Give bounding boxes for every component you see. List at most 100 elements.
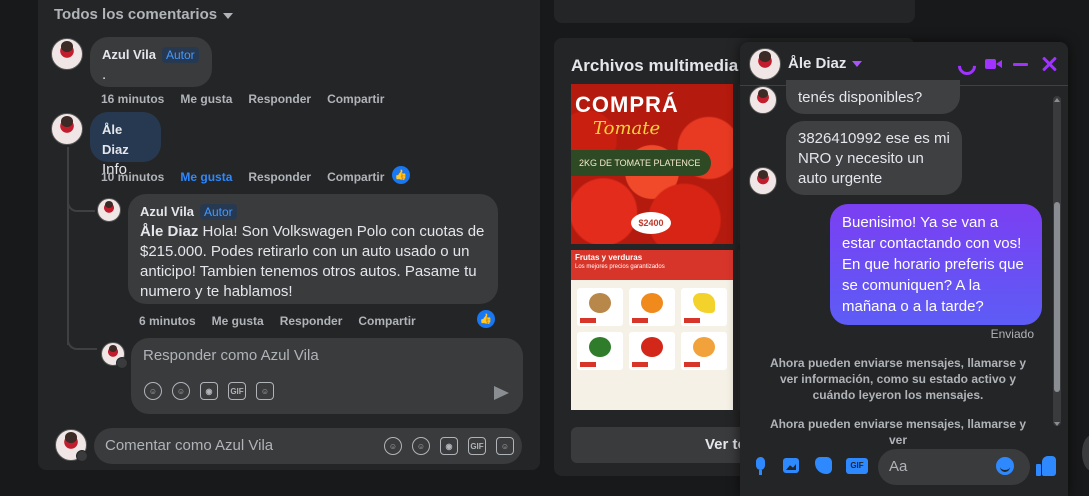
price-tag <box>580 362 596 367</box>
produce-item <box>577 332 623 370</box>
author-badge: Autor <box>161 47 199 63</box>
chat-composer: Aa <box>740 442 1068 496</box>
share-button[interactable]: Compartir <box>327 170 384 184</box>
comment-author[interactable]: Åle Diaz <box>102 120 149 160</box>
avatar-sticker-icon[interactable]: ☺ <box>384 437 402 455</box>
reply-bubble: Azul Vila Autor Åle Diaz Hola! Son Volksw… <box>128 194 498 304</box>
minimize-icon[interactable] <box>1012 55 1030 73</box>
produce-item <box>577 288 623 326</box>
gif-icon[interactable]: GIF <box>468 437 486 455</box>
incoming-message[interactable]: 3826410992 ese es mi NRO y necesito un a… <box>786 121 962 195</box>
sticker-icon[interactable] <box>814 456 832 476</box>
price-tag <box>632 318 648 323</box>
media-thumbnail-tomato[interactable]: COMPRÁ Tomate 2KG DE TOMATE PLATENCE $24… <box>571 84 733 244</box>
tomato-icon <box>641 337 663 357</box>
system-notice: Ahora pueden enviarse mensajes, llamarse… <box>769 356 1027 402</box>
avatar[interactable] <box>97 198 121 222</box>
comment-author[interactable]: Azul Vila <box>102 47 156 62</box>
like-reaction-icon[interactable]: 👍 <box>392 166 410 184</box>
comment-time[interactable]: 16 minutos <box>101 92 164 106</box>
avatar-sticker-icon[interactable]: ☺ <box>144 382 162 400</box>
produce-item <box>681 332 727 370</box>
price-tag <box>684 318 700 323</box>
photo-icon[interactable] <box>782 456 800 476</box>
gif-icon[interactable] <box>846 456 868 476</box>
emoji-icon[interactable]: ☺ <box>172 382 190 400</box>
comment-text: . <box>102 66 107 83</box>
comment-toolbar: ☺ ☺ ◉ GIF ☺ <box>384 437 514 455</box>
banana-icon <box>693 293 715 313</box>
phone-icon[interactable] <box>956 55 974 73</box>
reply-button[interactable]: Responder <box>248 170 311 184</box>
comments-sort-dropdown[interactable]: Todos los comentarios <box>54 6 234 23</box>
chevron-down-icon[interactable] <box>852 61 862 67</box>
scroll-up-icon[interactable] <box>1054 98 1060 102</box>
reply-button[interactable]: Responder <box>280 314 343 328</box>
reply-time[interactable]: 6 minutos <box>139 314 196 328</box>
share-button[interactable]: Compartir <box>327 92 384 106</box>
comment-time[interactable]: 10 minutos <box>101 170 164 184</box>
comment-bubble: Azul Vila Autor . <box>90 37 212 87</box>
like-reaction-icon[interactable]: 👍 <box>477 310 495 328</box>
avatar[interactable] <box>51 38 83 70</box>
produce-subtitle: Los mejores precios garantizados <box>575 264 665 270</box>
close-icon[interactable] <box>1040 55 1058 73</box>
comment-input[interactable]: Comentar como Azul Vila ☺ ☺ ◉ GIF ☺ <box>94 428 522 464</box>
tomato-subtitle: Tomate <box>593 118 661 139</box>
reply-input[interactable]: Responder como Azul Vila ☺ ☺ ◉ GIF ☺ <box>131 338 523 414</box>
avatar[interactable] <box>51 113 83 145</box>
scroll-down-icon[interactable] <box>1054 422 1060 426</box>
sticker-icon[interactable]: ☺ <box>256 382 274 400</box>
produce-item <box>629 288 675 326</box>
emoji-icon[interactable] <box>996 457 1014 475</box>
avatar <box>749 86 777 114</box>
message-placeholder: Aa <box>889 458 908 475</box>
tomato-banner: 2KG DE TOMATE PLATENCE <box>571 150 711 176</box>
chat-contact-name[interactable]: Åle Diaz <box>788 55 846 72</box>
thumbs-up-icon[interactable] <box>1036 455 1058 477</box>
comment-bubble: Åle Diaz Info <box>90 112 161 178</box>
video-call-icon[interactable] <box>984 55 1002 73</box>
sticker-icon[interactable]: ☺ <box>496 437 514 455</box>
thread-line <box>67 147 69 345</box>
reply-toolbar: ☺ ☺ ◉ GIF ☺ <box>144 382 274 400</box>
produce-grid <box>577 288 727 370</box>
avatar[interactable] <box>749 48 781 80</box>
broccoli-icon <box>589 337 611 357</box>
reply-author[interactable]: Azul Vila <box>140 204 194 219</box>
media-thumbnail-produce[interactable]: Frutas y verduras Los mejores precios ga… <box>571 250 733 410</box>
orange-icon <box>641 293 663 313</box>
like-button[interactable]: Me gusta <box>212 314 264 328</box>
price-tag <box>580 318 596 323</box>
outgoing-message[interactable]: Buenisimo! Ya se van a estar contactando… <box>830 204 1042 325</box>
mention-link[interactable]: Åle Diaz <box>140 223 198 240</box>
potato-icon <box>589 293 611 313</box>
author-badge: Autor <box>199 204 237 220</box>
reply-button[interactable]: Responder <box>248 92 311 106</box>
like-button[interactable]: Me gusta <box>180 92 232 106</box>
reply-actions: 6 minutos Me gusta Responder Compartir <box>139 314 416 328</box>
camera-icon[interactable]: ◉ <box>440 437 458 455</box>
camera-icon[interactable]: ◉ <box>200 382 218 400</box>
comment-actions: 16 minutos Me gusta Responder Compartir <box>101 92 384 106</box>
produce-header: Frutas y verduras Los mejores precios ga… <box>571 250 733 280</box>
new-message-button[interactable] <box>1082 435 1089 471</box>
microphone-icon[interactable] <box>752 456 770 476</box>
incoming-message[interactable]: tenés disponibles? <box>786 80 960 114</box>
gif-icon[interactable]: GIF <box>228 382 246 400</box>
produce-item <box>629 332 675 370</box>
thread-connector <box>67 198 95 212</box>
emoji-icon[interactable]: ☺ <box>412 437 430 455</box>
comment-placeholder: Comentar como Azul Vila <box>105 437 274 454</box>
chevron-down-icon[interactable] <box>76 450 88 462</box>
media-title: Archivos multimedia r <box>571 56 750 75</box>
chat-scrollbar-thumb[interactable] <box>1054 202 1060 392</box>
share-button[interactable]: Compartir <box>358 314 415 328</box>
send-icon[interactable] <box>494 386 509 400</box>
tomato-price: $2400 <box>631 212 671 234</box>
like-button[interactable]: Me gusta <box>180 170 232 184</box>
chevron-down-icon <box>223 13 234 19</box>
chevron-down-icon[interactable] <box>116 357 128 369</box>
info-card <box>554 0 915 23</box>
reply-placeholder: Responder como Azul Vila <box>143 347 319 364</box>
